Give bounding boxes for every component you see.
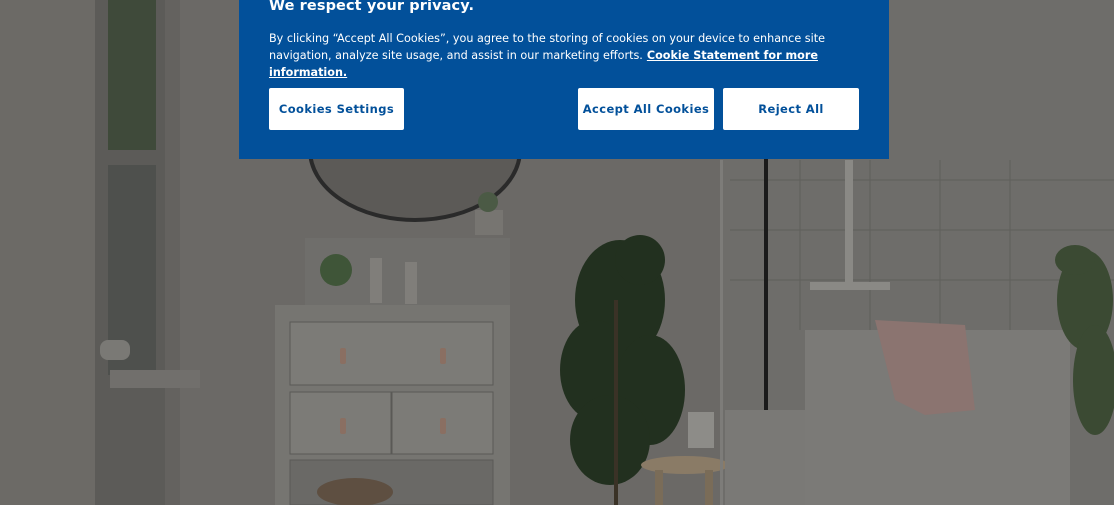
banner-title: We respect your privacy. bbox=[269, 0, 475, 14]
reject-all-button[interactable]: Reject All bbox=[723, 88, 859, 130]
cookies-settings-button[interactable]: Cookies Settings bbox=[269, 88, 404, 130]
cookie-consent-banner: We respect your privacy. By clicking “Ac… bbox=[239, 0, 889, 159]
accept-all-cookies-button[interactable]: Accept All Cookies bbox=[578, 88, 714, 130]
banner-description: By clicking “Accept All Cookies”, you ag… bbox=[269, 30, 859, 81]
